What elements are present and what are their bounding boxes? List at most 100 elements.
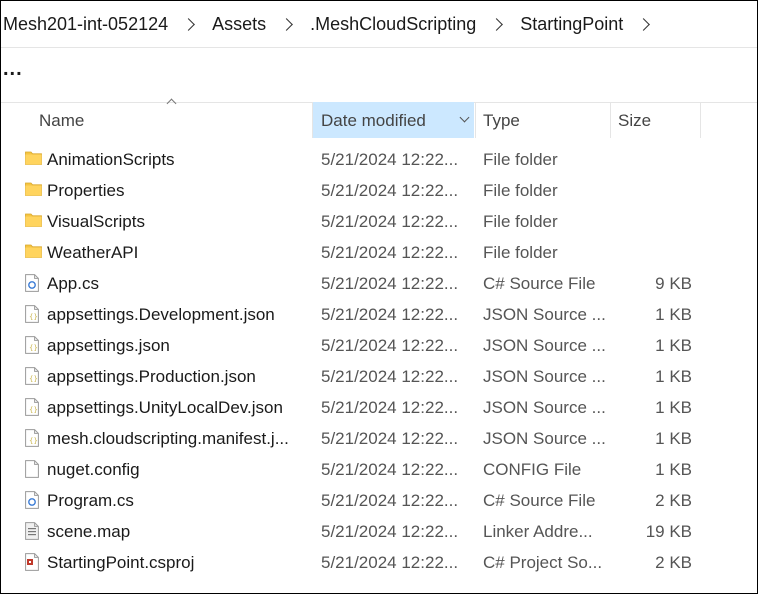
file-row[interactable]: AnimationScripts 5/21/2024 12:22... File f… bbox=[1, 144, 757, 175]
folder-icon bbox=[25, 150, 42, 168]
command-bar: ... bbox=[1, 47, 757, 103]
json-file-icon: {} bbox=[25, 367, 41, 385]
file-size: 19 KB bbox=[645, 522, 692, 541]
file-name: VisualScripts bbox=[47, 212, 145, 231]
file-type: File folder bbox=[483, 150, 558, 169]
file-size: 9 KB bbox=[655, 274, 692, 293]
file-size: 1 KB bbox=[655, 460, 692, 479]
more-options-button[interactable]: ... bbox=[3, 58, 23, 81]
file-name: appsettings.json bbox=[47, 336, 170, 355]
breadcrumb-item-assets[interactable]: Assets bbox=[210, 14, 268, 35]
column-header-row: Name Date modified Type Size bbox=[1, 98, 757, 138]
column-header-size[interactable]: Size bbox=[618, 102, 651, 138]
file-type: JSON Source ... bbox=[483, 398, 606, 417]
column-divider[interactable] bbox=[700, 102, 701, 138]
file-name: mesh.cloudscripting.manifest.j... bbox=[47, 429, 289, 448]
file-type: Linker Addre... bbox=[483, 522, 593, 541]
svg-text:{}: {} bbox=[29, 437, 38, 445]
file-type: JSON Source ... bbox=[483, 367, 606, 386]
file-row[interactable]: WeatherAPI 5/21/2024 12:22... File folder bbox=[1, 237, 757, 268]
file-row[interactable]: App.cs 5/21/2024 12:22... C# Source File 9 … bbox=[1, 268, 757, 299]
column-header-name[interactable]: Name bbox=[39, 102, 84, 138]
file-name: appsettings.Development.json bbox=[47, 305, 275, 324]
file-size: 2 KB bbox=[655, 553, 692, 572]
chevron-right-icon[interactable] bbox=[639, 19, 649, 29]
column-header-type[interactable]: Type bbox=[483, 102, 520, 138]
file-size: 2 KB bbox=[655, 491, 692, 510]
file-date-modified: 5/21/2024 12:22... bbox=[321, 367, 459, 386]
file-size: 1 KB bbox=[655, 429, 692, 448]
svg-text:{}: {} bbox=[29, 344, 38, 352]
file-date-modified: 5/21/2024 12:22... bbox=[321, 274, 459, 293]
file-date-modified: 5/21/2024 12:22... bbox=[321, 305, 459, 324]
map-file-icon bbox=[25, 522, 41, 540]
file-row[interactable]: Properties 5/21/2024 12:22... File folder bbox=[1, 175, 757, 206]
file-row[interactable]: scene.map 5/21/2024 12:22... Linker Addre.… bbox=[1, 516, 757, 547]
csharp-file-icon bbox=[25, 491, 41, 509]
json-file-icon: {} bbox=[25, 336, 41, 354]
file-row[interactable]: {} appsettings.Production.json 5/21/2024 1… bbox=[1, 361, 757, 392]
file-name: StartingPoint.csproj bbox=[47, 553, 195, 572]
json-file-icon: {} bbox=[25, 398, 41, 416]
file-row[interactable]: Program.cs 5/21/2024 12:22... C# Source Fi… bbox=[1, 485, 757, 516]
breadcrumb-item-startingpoint[interactable]: StartingPoint bbox=[518, 14, 625, 35]
file-date-modified: 5/21/2024 12:22... bbox=[321, 336, 459, 355]
file-type: File folder bbox=[483, 243, 558, 262]
file-type: JSON Source ... bbox=[483, 305, 606, 324]
file-row[interactable]: {} appsettings.Development.json 5/21/2024 … bbox=[1, 299, 757, 330]
file-type: JSON Source ... bbox=[483, 336, 606, 355]
file-size: 1 KB bbox=[655, 398, 692, 417]
file-name: scene.map bbox=[47, 522, 131, 541]
chevron-right-icon[interactable] bbox=[184, 19, 194, 29]
file-row[interactable]: nuget.config 5/21/2024 12:22... CONFIG Fil… bbox=[1, 454, 757, 485]
file-size: 1 KB bbox=[655, 305, 692, 324]
breadcrumb-item-root[interactable]: Mesh201-int-052124 bbox=[1, 14, 170, 35]
file-name: appsettings.UnityLocalDev.json bbox=[47, 398, 283, 417]
svg-text:{}: {} bbox=[29, 375, 38, 383]
file-date-modified: 5/21/2024 12:22... bbox=[321, 522, 459, 541]
file-date-modified: 5/21/2024 12:22... bbox=[321, 150, 459, 169]
column-divider[interactable] bbox=[610, 102, 611, 138]
csharp-file-icon bbox=[25, 274, 41, 292]
file-date-modified: 5/21/2024 12:22... bbox=[321, 491, 459, 510]
csproj-file-icon bbox=[25, 553, 41, 571]
column-header-date[interactable]: Date modified bbox=[313, 102, 474, 138]
file-name: appsettings.Production.json bbox=[47, 367, 256, 386]
svg-text:{}: {} bbox=[29, 313, 38, 321]
json-file-icon: {} bbox=[25, 429, 41, 447]
file-date-modified: 5/21/2024 12:22... bbox=[321, 553, 459, 572]
file-date-modified: 5/21/2024 12:22... bbox=[321, 460, 459, 479]
file-date-modified: 5/21/2024 12:22... bbox=[321, 398, 459, 417]
file-type: File folder bbox=[483, 181, 558, 200]
file-type: File folder bbox=[483, 212, 558, 231]
folder-icon bbox=[25, 212, 42, 230]
file-name: App.cs bbox=[47, 274, 99, 293]
file-row[interactable]: StartingPoint.csproj 5/21/2024 12:22... C#… bbox=[1, 547, 757, 578]
config-file-icon bbox=[25, 460, 41, 478]
file-name: AnimationScripts bbox=[47, 150, 175, 169]
file-type: JSON Source ... bbox=[483, 429, 606, 448]
folder-icon bbox=[25, 181, 42, 199]
file-type: CONFIG File bbox=[483, 460, 582, 479]
file-explorer-window: Mesh201-int-052124 Assets .MeshCloudScri… bbox=[0, 0, 758, 594]
breadcrumb: Mesh201-int-052124 Assets .MeshCloudScri… bbox=[1, 1, 757, 47]
file-date-modified: 5/21/2024 12:22... bbox=[321, 429, 459, 448]
file-name: WeatherAPI bbox=[47, 243, 139, 262]
breadcrumb-item-meshcloudscripting[interactable]: .MeshCloudScripting bbox=[308, 14, 478, 35]
file-row[interactable]: {} mesh.cloudscripting.manifest.j... 5/21/… bbox=[1, 423, 757, 454]
file-row[interactable]: VisualScripts 5/21/2024 12:22... File fold… bbox=[1, 206, 757, 237]
file-list: AnimationScripts 5/21/2024 12:22... File f… bbox=[1, 144, 757, 578]
chevron-right-icon[interactable] bbox=[492, 19, 502, 29]
column-divider[interactable] bbox=[475, 102, 476, 138]
chevron-right-icon[interactable] bbox=[282, 19, 292, 29]
file-size: 1 KB bbox=[655, 367, 692, 386]
file-row[interactable]: {} appsettings.json 5/21/2024 12:22... JSON… bbox=[1, 330, 757, 361]
file-name: Program.cs bbox=[47, 491, 134, 510]
file-row[interactable]: {} appsettings.UnityLocalDev.json 5/21/202… bbox=[1, 392, 757, 423]
file-name: Properties bbox=[47, 181, 125, 200]
file-type: C# Source File bbox=[483, 491, 596, 510]
file-date-modified: 5/21/2024 12:22... bbox=[321, 212, 459, 231]
svg-text:{}: {} bbox=[29, 406, 38, 414]
file-size: 1 KB bbox=[655, 336, 692, 355]
json-file-icon: {} bbox=[25, 305, 41, 323]
